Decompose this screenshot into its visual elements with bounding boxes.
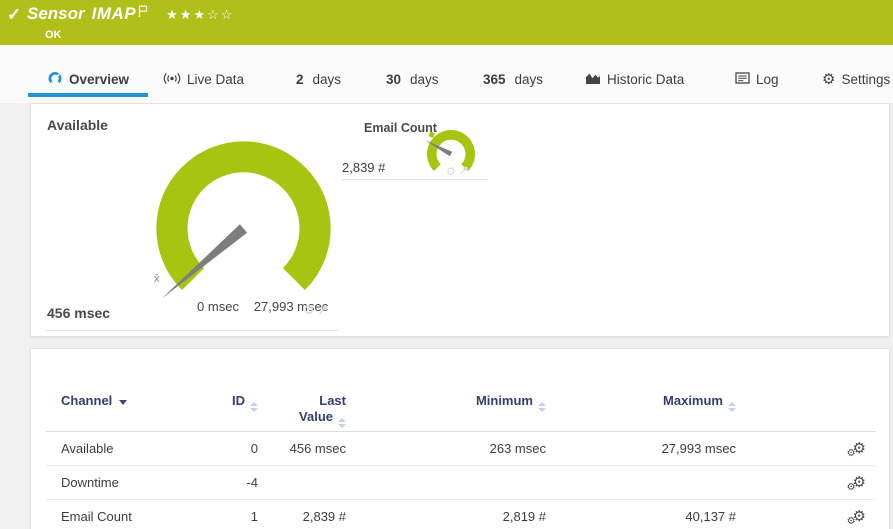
cell-minimum: [346, 465, 546, 500]
sort-icon: [538, 402, 546, 412]
channel-settings-button[interactable]: ⚙⚙: [847, 507, 876, 527]
gauges-panel: Available x̄ 0 msec 27,993 msec 456 msec…: [30, 103, 890, 337]
table-row: Available 0 456 msec 263 msec 27,993 mse…: [46, 431, 876, 466]
tab-overview[interactable]: Overview: [28, 66, 148, 97]
cell-id: -4: [196, 465, 258, 500]
tab-settings[interactable]: ⚙ Settings: [822, 66, 890, 93]
tab-label: Settings: [841, 72, 891, 87]
table-row: Downtime -4 ⚙⚙: [46, 465, 876, 500]
column-header-channel[interactable]: Channel: [46, 385, 196, 432]
cell-channel: Downtime: [46, 465, 196, 500]
sensor-title-prefix: Sensor: [27, 4, 85, 23]
sensor-header: ✓ Sensor IMAP ★★★☆☆ OK: [0, 0, 893, 45]
table-header-row: Channel ID Last Value Minimum Maximum: [46, 385, 876, 432]
available-cell-divider: [46, 330, 339, 331]
email-count-cell-divider: [342, 179, 488, 180]
priority-stars[interactable]: ★★★☆☆: [166, 7, 234, 23]
gear-icon[interactable]: ⚙: [303, 302, 315, 318]
table-row: Email Count 1 2,839 # 2,819 # 40,137 # ⚙…: [46, 499, 876, 529]
tab-label: days: [312, 72, 342, 87]
cell-id: 1: [196, 499, 258, 529]
tab-label: Log: [756, 72, 779, 87]
tab-number: 365: [483, 72, 506, 87]
cell-channel: Email Count: [46, 499, 196, 529]
channel-settings-button[interactable]: ⚙⚙: [847, 473, 876, 493]
cell-last-value: 2,839 #: [258, 499, 346, 529]
cell-minimum: 2,819 #: [346, 499, 546, 529]
sort-icon: [338, 418, 346, 428]
gauge-icon: [47, 71, 63, 89]
channel-table-panel: Channel ID Last Value Minimum Maximum Av…: [30, 348, 890, 529]
email-count-cell-actions: ⚙: [446, 165, 469, 178]
available-cell-actions: ⚙: [303, 302, 329, 318]
sort-icon: [250, 402, 258, 412]
tab-number: 30: [386, 72, 402, 87]
flag-icon[interactable]: [138, 5, 148, 23]
area-chart-icon: [585, 72, 601, 88]
email-count-gauge-value: 2,839 #: [342, 160, 386, 175]
column-header-actions: [736, 385, 876, 432]
cell-last-value: 456 msec: [258, 431, 346, 466]
tab-label: days: [514, 72, 544, 87]
cell-id: 0: [196, 431, 258, 466]
gear-icon[interactable]: ⚙: [446, 165, 456, 178]
sort-caret-down-icon: [119, 400, 128, 405]
channel-settings-button[interactable]: ⚙⚙: [847, 439, 876, 459]
tab-label: Historic Data: [607, 72, 685, 87]
column-header-minimum[interactable]: Minimum: [346, 385, 546, 432]
tab-365-days[interactable]: 365 days: [483, 66, 543, 93]
tab-live-data[interactable]: Live Data: [163, 66, 244, 93]
available-gauge-value: 456 msec: [47, 305, 111, 321]
sensor-title: Sensor IMAP ★★★☆☆: [27, 4, 234, 24]
column-header-maximum[interactable]: Maximum: [546, 385, 736, 432]
log-list-icon: [735, 72, 750, 87]
prtg-sensor-page: ✓ Sensor IMAP ★★★☆☆ OK Overview Live Dat…: [0, 0, 893, 529]
channel-table: Channel ID Last Value Minimum Maximum Av…: [46, 385, 876, 529]
status-badge: OK: [45, 29, 62, 41]
cell-minimum: 263 msec: [346, 431, 546, 466]
available-gauge-title: Available: [47, 117, 108, 133]
column-header-last-value[interactable]: Last Value: [258, 385, 346, 432]
tab-30-days[interactable]: 30 days: [386, 66, 439, 93]
pin-icon[interactable]: [318, 303, 329, 318]
cell-maximum: [546, 465, 736, 500]
cell-channel: Available: [46, 431, 196, 466]
tab-label: Live Data: [187, 72, 245, 87]
tab-label: days: [410, 72, 439, 87]
column-header-id[interactable]: ID: [196, 385, 258, 432]
tab-label: Overview: [68, 72, 130, 87]
pin-icon[interactable]: [459, 165, 469, 178]
mean-marker: x̄: [154, 273, 160, 285]
tab-historic-data[interactable]: Historic Data: [585, 66, 684, 93]
sensor-title-name: IMAP: [91, 4, 137, 23]
available-scale-max: 27,993 msec: [253, 299, 329, 314]
gear-icon: ⚙: [822, 71, 836, 88]
tab-log[interactable]: Log: [735, 66, 779, 93]
status-check-icon: ✓: [7, 5, 22, 24]
tab-2-days[interactable]: 2 days: [296, 66, 341, 93]
cell-maximum: 40,137 #: [546, 499, 736, 529]
tab-bar: Overview Live Data 2 days 30 days 365 da…: [0, 45, 893, 103]
cell-maximum: 27,993 msec: [546, 431, 736, 466]
cell-last-value: [258, 465, 346, 500]
available-gauge: x̄: [154, 141, 331, 299]
live-data-icon: [163, 72, 181, 88]
sort-icon: [728, 402, 736, 412]
tab-number: 2: [296, 72, 304, 87]
